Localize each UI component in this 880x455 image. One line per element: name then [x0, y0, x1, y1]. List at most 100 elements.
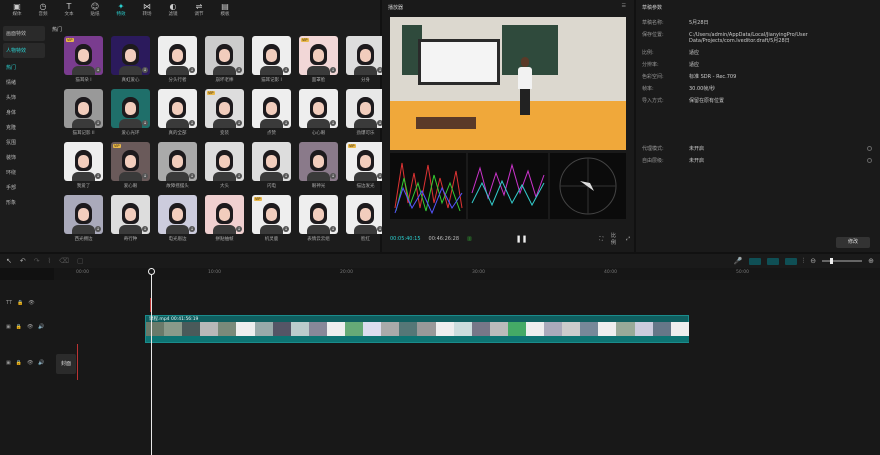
zoom-slider[interactable] — [822, 258, 863, 264]
download-icon[interactable]: ↓ — [330, 226, 336, 232]
effect-item[interactable]: ↓ 分身 — [346, 36, 385, 86]
toolbar-tab[interactable]: ▤ 模板 — [212, 0, 238, 20]
zoom-out-icon[interactable]: ⊖ — [810, 257, 816, 265]
ratio-button[interactable]: 比例 — [611, 232, 618, 246]
download-icon[interactable]: ↓ — [189, 173, 195, 179]
play-button[interactable]: ❚❚ — [516, 235, 528, 243]
effect-item[interactable]: VIP ↓ 面罩脸 — [299, 36, 338, 86]
undo-icon[interactable]: ↶ — [20, 257, 26, 265]
download-icon[interactable]: ↓ — [142, 173, 148, 179]
sidebar-item[interactable]: 情绪 — [0, 75, 48, 90]
effect-item[interactable]: ↓ 真的全部 — [158, 89, 197, 139]
layout-icon[interactable]: ▥ — [467, 236, 472, 242]
download-icon[interactable]: ↓ — [236, 67, 242, 73]
effect-item[interactable]: ↓ 心心眼 — [299, 89, 338, 139]
sidebar-item[interactable]: 头饰 — [0, 90, 48, 105]
effect-item[interactable]: ↓ 劲爆可乐 — [346, 89, 385, 139]
download-icon[interactable]: ↓ — [283, 173, 289, 179]
sidebar-item[interactable]: 氛围 — [0, 135, 48, 150]
preview-axis-icon[interactable]: ⫶ — [803, 257, 805, 266]
effect-item[interactable]: VIP ↓ 描边发光 — [346, 142, 385, 192]
effect-item[interactable]: ↓ 崩坏老棒 — [205, 36, 244, 86]
lock-icon[interactable]: 🔒 — [17, 300, 23, 306]
sidebar-item[interactable]: 装饰 — [0, 150, 48, 165]
download-icon[interactable]: ↓ — [142, 226, 148, 232]
toolbar-tab[interactable]: ◷ 音频 — [30, 0, 56, 20]
sidebar-item[interactable]: 手部 — [0, 180, 48, 195]
effect-item[interactable]: ↓ 闪电 — [252, 142, 291, 192]
download-icon[interactable]: ↓ — [95, 67, 101, 73]
playhead-handle[interactable] — [148, 268, 155, 275]
download-icon[interactable]: ↓ — [189, 67, 195, 73]
toolbar-tab[interactable]: ⋈ 转场 — [134, 0, 160, 20]
sidebar-item[interactable]: 环绕 — [0, 165, 48, 180]
video-clip[interactable]: 课程.mp4 00:41:56:19 — [145, 315, 689, 343]
toolbar-tab[interactable]: T 文本 — [56, 0, 82, 20]
download-icon[interactable]: ↓ — [236, 226, 242, 232]
fit-icon[interactable]: ⛶ — [600, 236, 604, 242]
delete-icon[interactable]: ⌫ — [59, 257, 69, 265]
download-icon[interactable]: ↓ — [95, 173, 101, 179]
sidebar-item[interactable]: 克隆 — [0, 120, 48, 135]
effect-item[interactable]: ↓ 脸红 — [346, 195, 385, 245]
download-icon[interactable]: ↓ — [189, 226, 195, 232]
download-icon[interactable]: ↓ — [95, 120, 101, 126]
download-icon[interactable]: ↓ — [283, 67, 289, 73]
download-icon[interactable]: ↓ — [95, 226, 101, 232]
sidebar-group-person-effects[interactable]: 人物特效 — [3, 43, 45, 58]
download-icon[interactable]: ↓ — [142, 120, 148, 126]
lock-icon[interactable]: 🔒 — [16, 324, 22, 330]
download-icon[interactable]: ↓ — [330, 67, 336, 73]
download-icon[interactable]: ↓ — [283, 120, 289, 126]
cover-button[interactable]: 封面 — [56, 354, 76, 374]
sidebar-group-screen-effects[interactable]: 画面特效 — [3, 26, 45, 41]
effect-item[interactable]: ↓ 电光眉边 — [158, 195, 197, 245]
eye-icon[interactable]: 👁 — [27, 324, 33, 330]
toolbar-tab[interactable]: ☺ 贴纸 — [82, 0, 108, 20]
toolbar-tab[interactable]: ◐ 滤镜 — [160, 0, 186, 20]
effect-item[interactable]: ↓ 点赞 — [252, 89, 291, 139]
effect-item[interactable]: ↓ 真虹爱心 — [111, 36, 150, 86]
mute-icon[interactable]: 🔊 — [38, 324, 44, 330]
mic-icon[interactable]: 🎤 — [734, 257, 743, 265]
edit-button[interactable]: 修改 — [836, 237, 870, 248]
effect-item[interactable]: ↓ 故障摇摆头 — [158, 142, 197, 192]
toolbar-tab[interactable]: ⇌ 调节 — [186, 0, 212, 20]
freeze-icon[interactable]: ▢ — [77, 257, 84, 265]
fullscreen-icon[interactable]: ⤢ — [626, 236, 630, 242]
sidebar-item[interactable]: 热门 — [0, 60, 48, 75]
download-icon[interactable]: ↓ — [189, 120, 195, 126]
download-icon[interactable]: ↓ — [283, 226, 289, 232]
download-icon[interactable]: ↓ — [236, 173, 242, 179]
effect-item[interactable]: ↓ 拼贴抽帧 — [205, 195, 244, 245]
effect-item[interactable]: VIP ↓ 猫耳朵 I — [64, 36, 103, 86]
split-icon[interactable]: ⌇ — [48, 257, 51, 265]
main-track-magnet-icon[interactable] — [748, 257, 761, 265]
zoom-in-icon[interactable]: ⊕ — [868, 257, 874, 265]
download-icon[interactable]: ↓ — [142, 67, 148, 73]
download-icon[interactable]: ↓ — [330, 173, 336, 179]
effect-item[interactable]: ↓ 猫耳记影 II — [64, 89, 103, 139]
video-preview[interactable] — [390, 17, 626, 150]
sidebar-item[interactable]: 身体 — [0, 105, 48, 120]
effect-item[interactable]: ↓ 眼神光 — [299, 142, 338, 192]
effect-item[interactable]: ↓ 猫耳记影 I — [252, 36, 291, 86]
info-icon[interactable] — [867, 158, 872, 163]
mute-icon[interactable]: 🔊 — [38, 360, 44, 366]
effect-item[interactable]: ↓ 爱心光环 — [111, 89, 150, 139]
menu-icon[interactable]: ☰ — [622, 3, 626, 9]
effect-item[interactable]: VIP ↓ 变装 — [205, 89, 244, 139]
eye-icon[interactable]: 👁 — [28, 300, 34, 306]
playhead[interactable] — [151, 268, 152, 455]
download-icon[interactable]: ↓ — [236, 120, 242, 126]
effect-item[interactable]: VIP ↓ 机灵鹿 — [252, 195, 291, 245]
effect-item[interactable]: ↓ 分头行者 — [158, 36, 197, 86]
time-ruler[interactable]: 00:00 10:00 20:00 30:00 40:00 50:00 — [54, 268, 880, 280]
info-icon[interactable] — [867, 146, 872, 151]
effect-item[interactable]: ↓ 奇行种 — [111, 195, 150, 245]
select-tool-icon[interactable]: ↖ — [6, 257, 12, 265]
redo-icon[interactable]: ↷ — [34, 257, 40, 265]
effect-item[interactable]: ↓ 大头 — [205, 142, 244, 192]
effect-item[interactable]: VIP ↓ 爱心眼 — [111, 142, 150, 192]
download-icon[interactable]: ↓ — [330, 120, 336, 126]
